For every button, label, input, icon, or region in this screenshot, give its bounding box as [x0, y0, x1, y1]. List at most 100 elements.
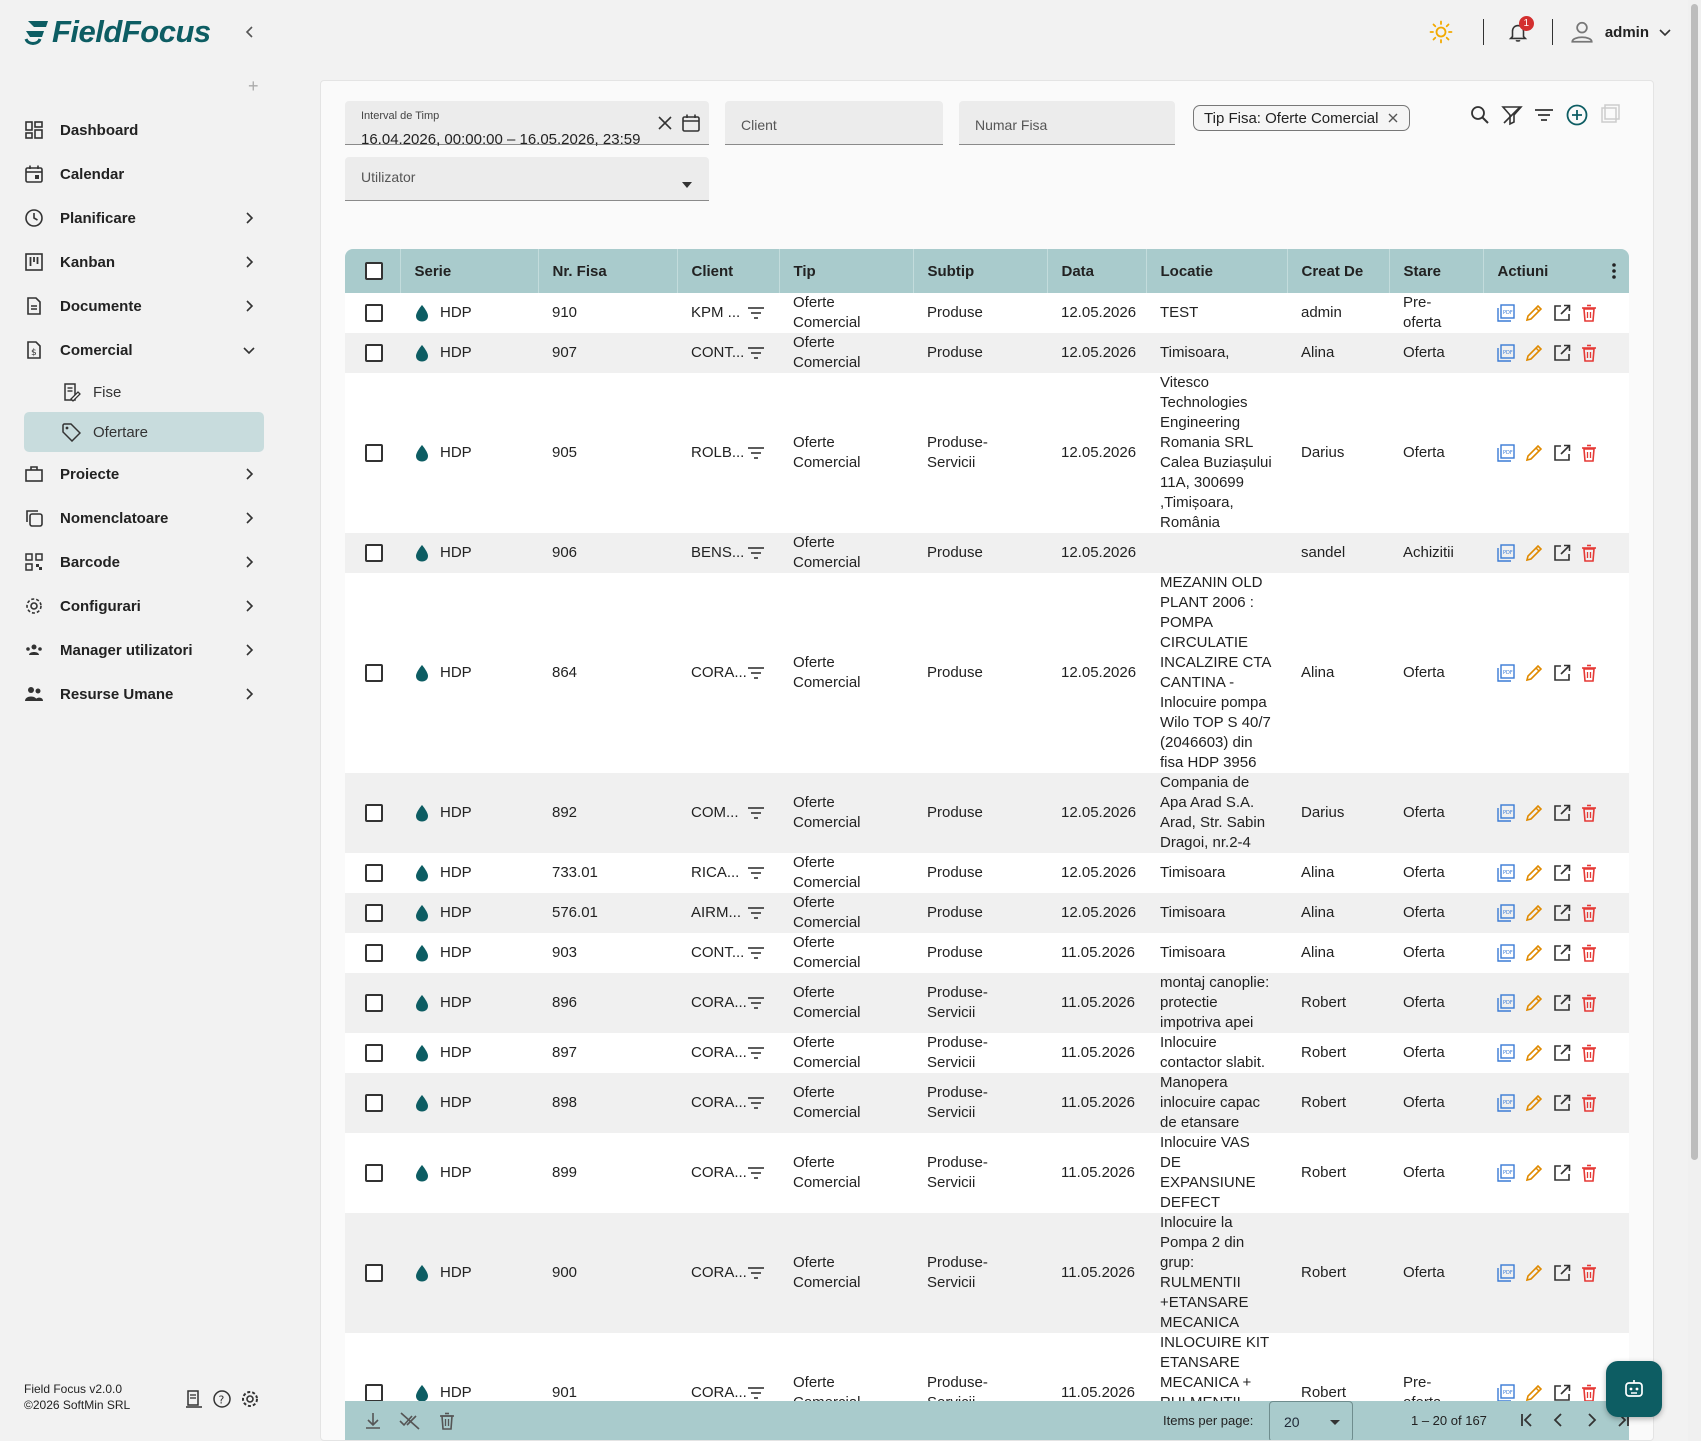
row-checkbox[interactable] [365, 804, 383, 823]
filter-lines-icon[interactable] [747, 346, 765, 360]
prev-page-icon[interactable] [1549, 1409, 1569, 1431]
sidebar-item-nomenclatoare[interactable]: Nomenclatoare [24, 496, 264, 540]
pdf-icon[interactable]: PDF [1497, 994, 1515, 1012]
pdf-icon[interactable]: PDF [1497, 1384, 1515, 1402]
table-row[interactable]: HDP 905 ROLB... Oferte Comercial Produse… [345, 373, 1629, 533]
edit-icon[interactable] [1525, 544, 1543, 562]
edit-icon[interactable] [1525, 944, 1543, 962]
clear-icon[interactable] [657, 115, 673, 131]
pdf-icon[interactable]: PDF [1497, 864, 1515, 882]
pdf-icon[interactable]: PDF [1497, 344, 1515, 362]
edit-icon[interactable] [1525, 904, 1543, 922]
open-external-icon[interactable] [1553, 1384, 1571, 1402]
sidebar-subitem-fise[interactable]: Fise [24, 372, 264, 412]
bulk-delete-icon[interactable] [437, 1411, 457, 1431]
column-header[interactable]: Tip [779, 249, 914, 293]
sort-filter-icon[interactable] [1533, 104, 1555, 126]
edit-icon[interactable] [1525, 1094, 1543, 1112]
sidebar-item-manager-utilizatori[interactable]: Manager utilizatori [24, 628, 264, 672]
sidebar-item-barcode[interactable]: Barcode [24, 540, 264, 584]
table-row[interactable]: HDP 892 COM... Oferte Comercial Produse … [345, 773, 1629, 853]
open-external-icon[interactable] [1553, 664, 1571, 682]
items-per-page-select[interactable]: 20 [1269, 1401, 1353, 1440]
open-external-icon[interactable] [1553, 304, 1571, 322]
theme-toggle-button[interactable] [1423, 14, 1459, 50]
edit-icon[interactable] [1525, 864, 1543, 882]
delete-icon[interactable] [1581, 1384, 1597, 1402]
download-icon[interactable] [363, 1411, 383, 1431]
pdf-icon[interactable]: PDF [1497, 304, 1515, 322]
filter-lines-icon[interactable] [747, 1096, 765, 1110]
settings-icon[interactable] [240, 1389, 260, 1409]
delete-icon[interactable] [1581, 544, 1597, 562]
nr-fisa-cell[interactable]: 901 [538, 1333, 677, 1402]
open-external-icon[interactable] [1553, 864, 1571, 882]
table-row[interactable]: HDP 901 CORA... Oferte Comercial Produse… [345, 1333, 1629, 1402]
row-checkbox[interactable] [365, 1094, 383, 1113]
filter-lines-icon[interactable] [747, 1266, 765, 1280]
table-row[interactable]: HDP 907 CONT... Oferte Comercial Produse… [345, 333, 1629, 373]
row-checkbox[interactable] [365, 1384, 383, 1402]
pdf-icon[interactable]: PDF [1497, 1094, 1515, 1112]
assistant-fab-button[interactable] [1606, 1361, 1662, 1417]
pdf-icon[interactable]: PDF [1497, 664, 1515, 682]
edit-icon[interactable] [1525, 304, 1543, 322]
filter-lines-icon[interactable] [747, 1386, 765, 1400]
table-row[interactable]: HDP 910 KPM ... Oferte Comercial Produse… [345, 293, 1629, 333]
nr-fisa-cell[interactable]: 576.01 [538, 893, 677, 933]
open-external-icon[interactable] [1553, 804, 1571, 822]
open-external-icon[interactable] [1553, 944, 1571, 962]
add-circle-icon[interactable] [1565, 103, 1589, 127]
delete-icon[interactable] [1581, 664, 1597, 682]
pdf-icon[interactable]: PDF [1497, 1264, 1515, 1282]
sidebar-item-resurse-umane[interactable]: Resurse Umane [24, 672, 264, 716]
row-checkbox[interactable] [365, 994, 383, 1013]
table-row[interactable]: HDP 864 CORA... Oferte Comercial Produse… [345, 573, 1629, 773]
clear-filters-icon[interactable] [1501, 104, 1523, 126]
open-external-icon[interactable] [1553, 1094, 1571, 1112]
column-header[interactable]: Serie [400, 249, 539, 293]
sidebar-item-documente[interactable]: Documente [24, 284, 264, 328]
pdf-icon[interactable]: PDF [1497, 444, 1515, 462]
open-external-icon[interactable] [1553, 994, 1571, 1012]
filter-lines-icon[interactable] [747, 946, 765, 960]
first-page-icon[interactable] [1517, 1409, 1537, 1431]
nr-fisa-cell[interactable]: 907 [538, 333, 677, 373]
table-row[interactable]: HDP 898 CORA... Oferte Comercial Produse… [345, 1073, 1629, 1133]
nr-fisa-cell[interactable]: 897 [538, 1033, 677, 1073]
edit-icon[interactable] [1525, 1264, 1543, 1282]
edit-icon[interactable] [1525, 1384, 1543, 1402]
delete-icon[interactable] [1581, 344, 1597, 362]
page-scrollbar[interactable] [1688, 0, 1701, 1441]
row-checkbox[interactable] [365, 544, 383, 563]
row-checkbox[interactable] [365, 1044, 383, 1063]
row-checkbox[interactable] [365, 944, 383, 963]
sidebar-subitem-ofertare[interactable]: Ofertare [24, 412, 264, 452]
filter-lines-icon[interactable] [747, 906, 765, 920]
column-header[interactable]: Subtip [913, 249, 1048, 293]
row-checkbox[interactable] [365, 444, 383, 463]
changelog-icon[interactable] [184, 1389, 204, 1409]
edit-icon[interactable] [1525, 1164, 1543, 1182]
sidebar-item-kanban[interactable]: Kanban [24, 240, 264, 284]
column-header[interactable]: Locatie [1146, 249, 1288, 293]
delete-icon[interactable] [1581, 804, 1597, 822]
column-header[interactable]: Stare [1389, 249, 1484, 293]
pdf-icon[interactable]: PDF [1497, 804, 1515, 822]
nr-fisa-cell[interactable]: 733.01 [538, 853, 677, 893]
numar-fisa-field[interactable]: Numar Fisa [959, 101, 1175, 145]
edit-icon[interactable] [1525, 344, 1543, 362]
filter-lines-icon[interactable] [747, 666, 765, 680]
open-external-icon[interactable] [1553, 544, 1571, 562]
table-row[interactable]: HDP 733.01 RICA... Oferte Comercial Prod… [345, 853, 1629, 893]
delete-icon[interactable] [1581, 904, 1597, 922]
column-header[interactable]: Data [1047, 249, 1147, 293]
logo[interactable]: FieldFocus [24, 14, 211, 50]
row-checkbox[interactable] [365, 344, 383, 363]
pdf-icon[interactable]: PDF [1497, 1044, 1515, 1062]
calendar-icon[interactable] [681, 113, 701, 133]
filter-lines-icon[interactable] [747, 1166, 765, 1180]
column-header[interactable]: Client [677, 249, 780, 293]
open-external-icon[interactable] [1553, 1164, 1571, 1182]
edit-icon[interactable] [1525, 664, 1543, 682]
